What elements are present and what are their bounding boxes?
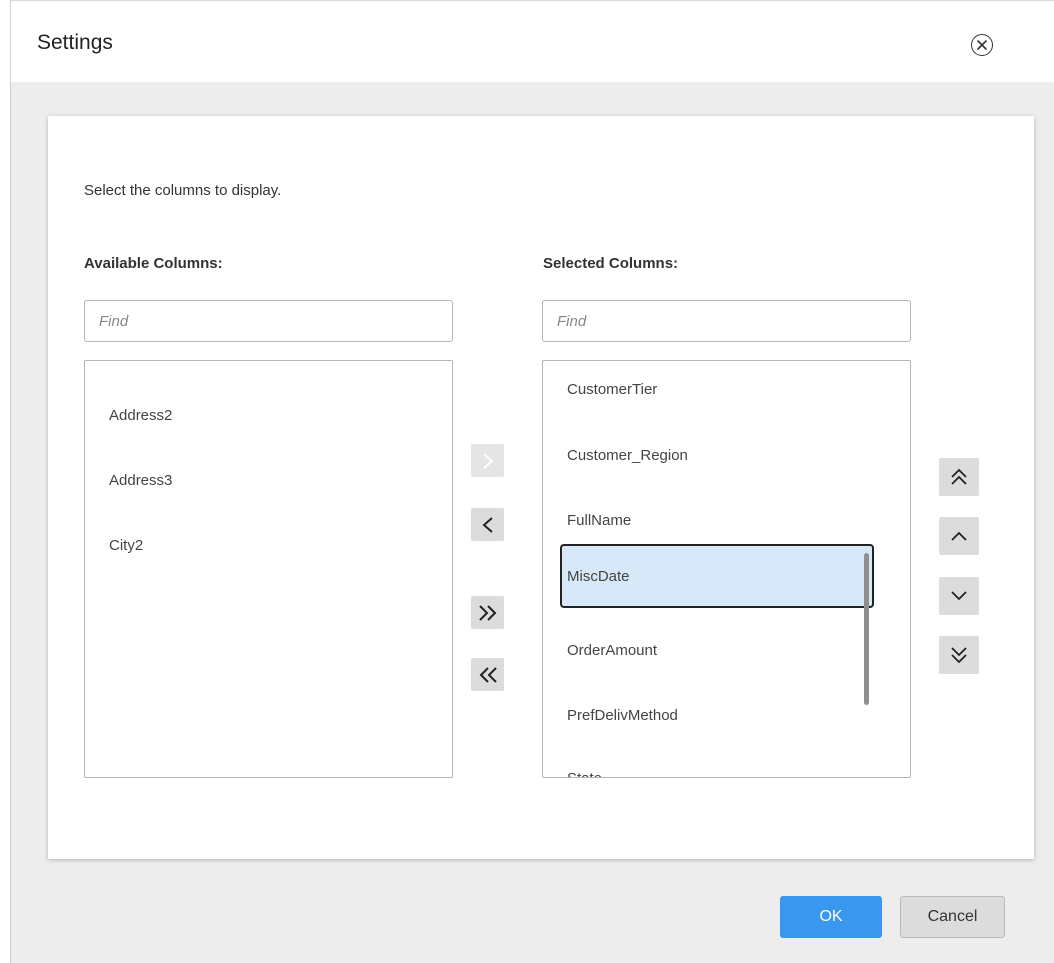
chevron-up-icon bbox=[951, 531, 967, 541]
close-x-glyph bbox=[977, 40, 987, 50]
list-item[interactable]: OrderAmount bbox=[543, 642, 910, 659]
selected-list-scrollbar[interactable] bbox=[864, 553, 869, 705]
move-up-button[interactable] bbox=[939, 517, 979, 555]
chevron-down-icon bbox=[951, 591, 967, 601]
dialog-header: Settings bbox=[11, 0, 1054, 82]
list-item[interactable]: Address3 bbox=[85, 472, 452, 489]
list-item[interactable]: State bbox=[543, 770, 910, 777]
list-item[interactable]: CustomerTier bbox=[543, 381, 910, 398]
available-find-input[interactable] bbox=[84, 300, 453, 342]
settings-dialog: Settings Select the columns to display. … bbox=[10, 0, 1054, 963]
available-columns-list[interactable]: Address2 Address3 City2 bbox=[84, 360, 453, 778]
move-top-button[interactable] bbox=[939, 458, 979, 496]
available-columns-label: Available Columns: bbox=[84, 255, 223, 272]
double-chevron-up-icon bbox=[951, 468, 967, 485]
add-all-button[interactable] bbox=[471, 596, 504, 629]
selected-find-input[interactable] bbox=[542, 300, 911, 342]
selected-list-item[interactable]: MiscDate bbox=[560, 544, 874, 608]
double-chevron-down-icon bbox=[951, 647, 967, 664]
list-item[interactable]: PrefDelivMethod bbox=[543, 707, 910, 724]
list-item[interactable]: Address2 bbox=[85, 407, 452, 424]
ok-button[interactable]: OK bbox=[780, 896, 882, 938]
double-chevron-right-icon bbox=[478, 604, 496, 621]
selected-columns-label: Selected Columns: bbox=[543, 255, 679, 272]
list-item[interactable]: FullName bbox=[543, 512, 910, 529]
instruction-text: Select the columns to display. bbox=[84, 182, 282, 199]
chevron-right-icon bbox=[482, 452, 494, 469]
settings-panel: Select the columns to display. Available… bbox=[48, 116, 1034, 859]
list-item[interactable]: Customer_Region bbox=[543, 447, 910, 464]
selected-columns-list[interactable]: CustomerTier Customer_Region FullName Mi… bbox=[542, 360, 911, 778]
chevron-left-icon bbox=[481, 516, 493, 533]
list-item[interactable]: City2 bbox=[85, 537, 452, 554]
dialog-title: Settings bbox=[37, 31, 113, 54]
remove-selected-button[interactable] bbox=[471, 508, 504, 541]
add-selected-button[interactable] bbox=[471, 444, 504, 477]
double-chevron-left-icon bbox=[479, 666, 497, 683]
close-icon[interactable] bbox=[971, 34, 993, 56]
cancel-button[interactable]: Cancel bbox=[900, 896, 1005, 938]
move-bottom-button[interactable] bbox=[939, 636, 979, 674]
move-down-button[interactable] bbox=[939, 577, 979, 615]
remove-all-button[interactable] bbox=[471, 658, 504, 691]
